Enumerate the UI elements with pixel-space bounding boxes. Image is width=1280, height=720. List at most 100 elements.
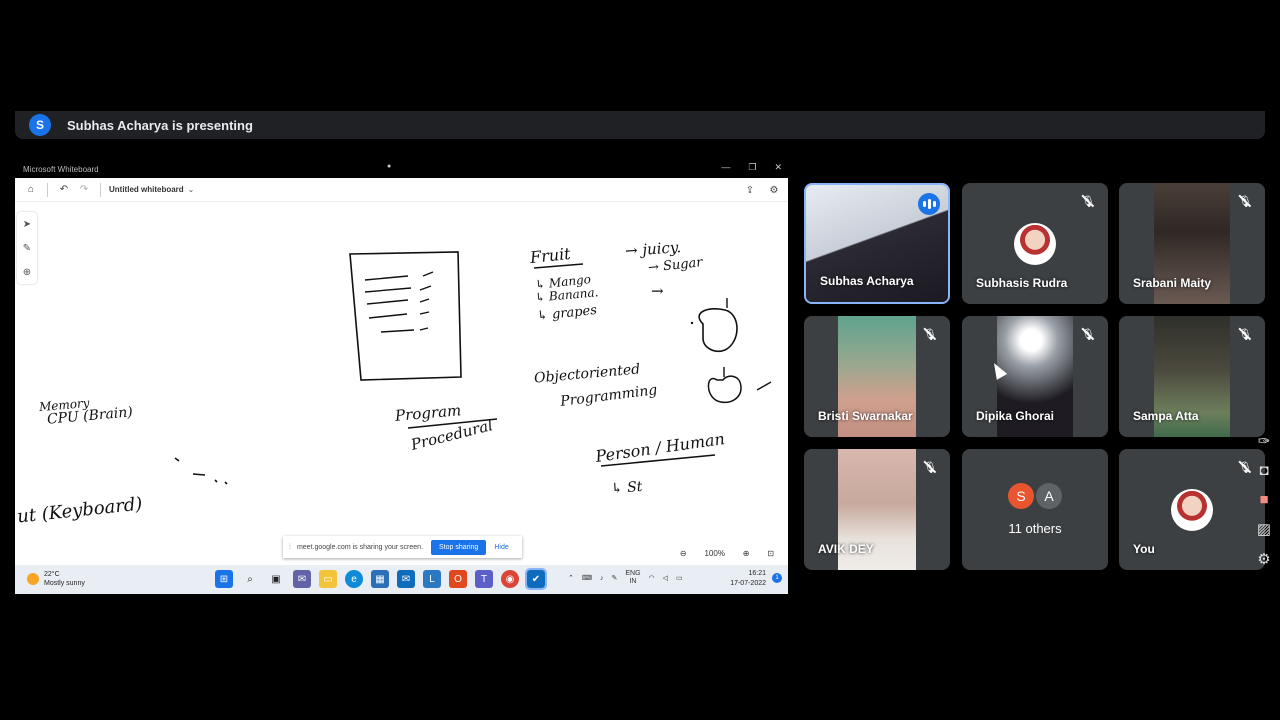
close-icon[interactable]: ✕	[774, 162, 782, 173]
camera-icon[interactable]: ◘	[1259, 462, 1268, 479]
chevron-down-icon[interactable]: ⌄	[188, 185, 195, 194]
home-icon[interactable]: ⌂	[21, 180, 41, 200]
zoom-controls: ⊖ 100% ⊕ ⊡	[671, 544, 783, 562]
windows-taskbar: 22°C Mostly sunny ⊞ ⌕ ▣ ✉ ▭ e ▦ ✉ L O T …	[15, 565, 788, 594]
sharing-notice: ⁞ meet.google.com is sharing your screen…	[283, 536, 522, 558]
participant-tile[interactable]: Subhas Acharya	[804, 183, 950, 304]
titlebar-dot-icon: ●	[387, 163, 392, 170]
learn-icon[interactable]: L	[423, 570, 441, 588]
whiteboard-toolbar: ⌂ ↶ ↷ Untitled whiteboard ⌄	[15, 178, 788, 202]
gallery-icon[interactable]: ▨	[1257, 520, 1271, 538]
chevron-up-icon[interactable]: ⌃	[568, 574, 574, 582]
weather-desc: Mostly sunny	[44, 580, 85, 587]
settings-icon[interactable]: ⚙	[1257, 550, 1270, 568]
edge-icon[interactable]: e	[345, 570, 363, 588]
whiteboard-canvas[interactable]: Fruit → juicy. ↳ Mango ↳ Banana. → Sugar…	[15, 202, 788, 565]
keyboard-icon[interactable]: ⌨	[582, 574, 592, 582]
shared-screen: Microsoft Whiteboard ● — ❐ ✕ ⌂ ↶ ↷ Untit…	[15, 160, 788, 594]
meet-stage: S Subhas Acharya is presenting Microsoft…	[0, 0, 1280, 720]
language-region: IN	[629, 578, 637, 585]
hide-button[interactable]: Hide	[494, 544, 508, 551]
clock-time: 16:21	[748, 570, 766, 577]
toolbar-divider	[47, 182, 48, 197]
initial-badge: S	[1008, 483, 1034, 509]
store-icon[interactable]: ▦	[371, 570, 389, 588]
office-icon[interactable]: O	[449, 570, 467, 588]
fit-screen-icon[interactable]: ⊡	[767, 549, 774, 558]
speaking-indicator-icon	[918, 193, 940, 215]
zoom-level[interactable]: 100%	[704, 549, 724, 558]
task-view-icon[interactable]: ▣	[267, 570, 285, 588]
ink-st: ↳ St	[610, 478, 643, 498]
undo-icon[interactable]: ↶	[54, 180, 74, 200]
others-count: 11 others	[1008, 521, 1062, 536]
weather-temp: 22°C	[44, 571, 60, 578]
mic-off-icon: 🎙	[1237, 326, 1253, 342]
participant-name: Srabani Maity	[1133, 276, 1212, 290]
file-explorer-icon[interactable]: ▭	[319, 570, 337, 588]
participant-name: Dipika Ghorai	[976, 409, 1055, 423]
mic-off-icon: 🎙	[1237, 459, 1253, 475]
mic-off-icon: 🎙	[922, 326, 938, 342]
battery-icon[interactable]: ▭	[676, 574, 683, 582]
whiteboard-title[interactable]: Untitled whiteboard	[109, 185, 184, 194]
stop-sharing-button[interactable]: Stop sharing	[431, 539, 487, 555]
start-icon[interactable]: ⊞	[215, 570, 233, 588]
volume-icon[interactable]: ◁	[663, 574, 668, 582]
tick-mark	[756, 381, 772, 391]
mic-icon[interactable]: ♪	[600, 575, 604, 582]
mango-sketch	[698, 308, 738, 353]
window-titlebar: Microsoft Whiteboard ● — ❐ ✕	[15, 160, 788, 178]
mail-icon[interactable]: ✉	[397, 570, 415, 588]
chrome-icon[interactable]: ◉	[501, 570, 519, 588]
video-icon[interactable]: ■	[1259, 491, 1268, 508]
sharing-notice-text: meet.google.com is sharing your screen.	[296, 543, 424, 551]
participant-name: Bristi Swarnakar	[818, 409, 913, 423]
participant-tile[interactable]: 🎙 Srabani Maity	[1119, 183, 1265, 304]
chat-icon[interactable]: ✉	[293, 570, 311, 588]
notification-badge[interactable]: 1	[772, 573, 782, 583]
apple-sketch	[707, 375, 742, 404]
share-icon[interactable]: ⇪	[740, 180, 760, 200]
participant-tile[interactable]: 🎙 Subhasis Rudra	[962, 183, 1108, 304]
participant-name: AVIK DEY	[818, 542, 874, 556]
zoom-in-icon[interactable]: ⊕	[743, 549, 750, 558]
participant-tile-self[interactable]: 🎙 You	[1119, 449, 1265, 570]
participant-tile[interactable]: 🎙 Bristi Swarnakar	[804, 316, 950, 437]
minimize-icon[interactable]: —	[721, 162, 730, 173]
toolbar-divider	[100, 182, 101, 197]
participant-tile[interactable]: 🎙 Sampa Atta	[1119, 316, 1265, 437]
zoom-out-icon[interactable]: ⊖	[680, 549, 687, 558]
search-icon[interactable]: ⌕	[241, 570, 259, 588]
avatar	[1014, 223, 1056, 265]
mic-off-icon: 🎙	[1080, 326, 1096, 342]
participant-tile[interactable]: 🎙 AVIK DEY	[804, 449, 950, 570]
participant-tile[interactable]: 🎙 Dipika Ghorai	[962, 316, 1108, 437]
pen-tray-icon[interactable]: ✎	[611, 574, 617, 582]
redo-icon[interactable]: ↷	[74, 180, 94, 200]
taskbar-apps: ⊞ ⌕ ▣ ✉ ▭ e ▦ ✉ L O T ◉ ✔	[215, 568, 547, 590]
language-indicator[interactable]: ENG IN	[625, 570, 640, 586]
presenting-banner: S Subhas Acharya is presenting	[15, 111, 1265, 139]
sun-icon	[27, 573, 39, 585]
presenter-avatar: S	[29, 114, 51, 136]
participant-name: Subhas Acharya	[820, 274, 914, 288]
wifi-icon[interactable]: ◠	[649, 574, 655, 582]
weather-widget[interactable]: 22°C Mostly sunny	[27, 570, 85, 588]
pin-icon[interactable]: ✑	[1258, 432, 1271, 450]
presenting-text: Subhas Acharya is presenting	[67, 117, 253, 133]
mic-off-icon: 🎙	[922, 459, 938, 475]
initial-badge: A	[1036, 483, 1062, 509]
avatar	[1171, 489, 1213, 531]
participant-name: Subhasis Rudra	[976, 276, 1068, 290]
mic-off-icon: 🎙	[1237, 193, 1253, 209]
teams-icon[interactable]: T	[475, 570, 493, 588]
participant-tile[interactable]: S A 11 others	[962, 449, 1108, 570]
clock[interactable]: 16:21 17-07-2022	[730, 569, 766, 589]
settings-icon[interactable]: ⚙	[764, 180, 784, 200]
whiteboard-app-icon[interactable]: ✔	[525, 568, 547, 590]
dot-mark	[690, 321, 694, 325]
drag-handle-icon[interactable]: ⁞	[289, 544, 291, 551]
restore-icon[interactable]: ❐	[748, 162, 756, 173]
whiteboard-right-tools: ⇪ ⚙	[740, 180, 784, 200]
